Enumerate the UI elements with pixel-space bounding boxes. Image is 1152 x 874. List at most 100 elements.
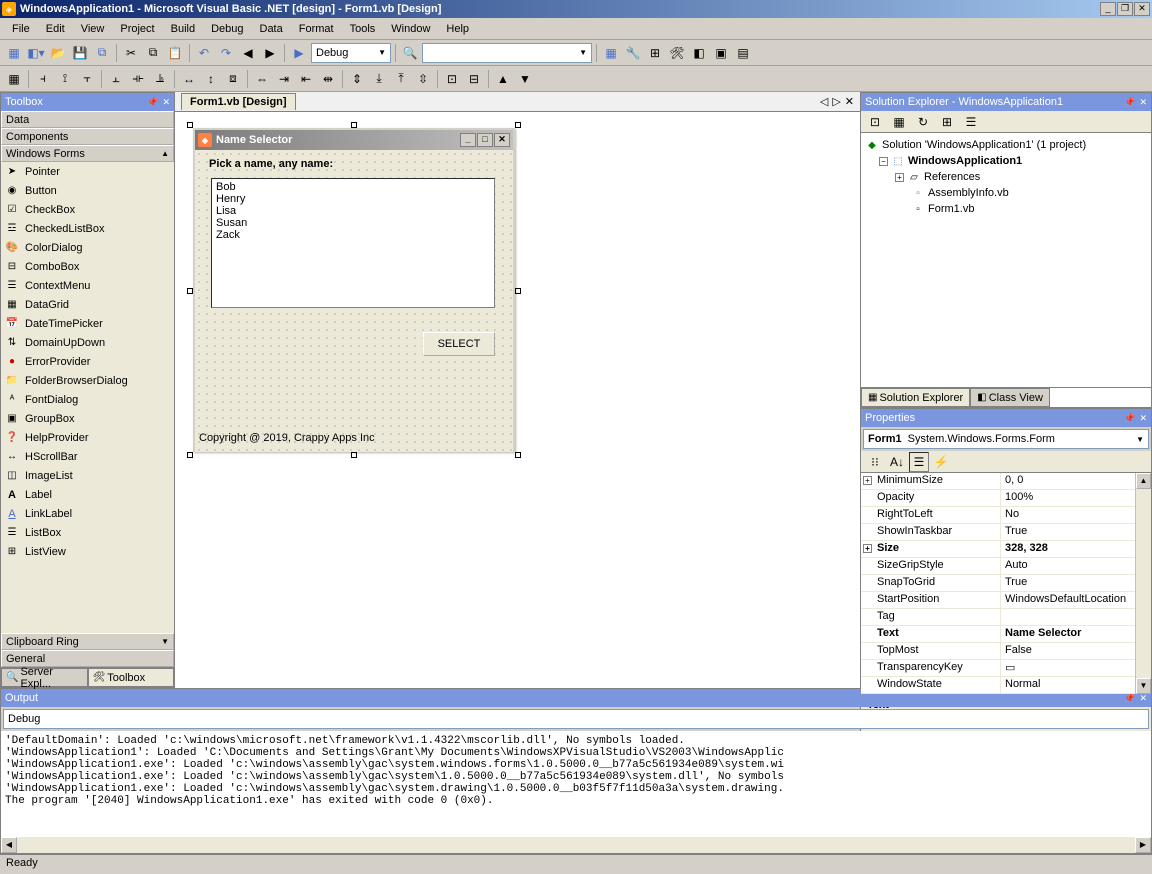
align-bottom-icon[interactable]: ⫡ [150,69,170,89]
tool-pointer[interactable]: ➤Pointer [1,162,174,181]
redo-icon[interactable]: ↷ [216,43,236,63]
property-row[interactable]: SnapToGridTrue [861,575,1151,592]
property-row[interactable]: ShowInTaskbarTrue [861,524,1151,541]
tab-solution-explorer[interactable]: ▦Solution Explorer [861,388,970,407]
toolbox-cat-winforms[interactable]: Windows Forms▲ [1,145,174,162]
hspace-inc-icon[interactable]: ⇥ [274,69,294,89]
tree-references[interactable]: +▱References [865,169,1147,185]
tool-checkedlistbox[interactable]: ☲CheckedListBox [1,219,174,238]
events-icon[interactable]: ⚡ [931,452,951,472]
property-row[interactable]: MinimumSize+0, 0 [861,473,1151,490]
menu-help[interactable]: Help [438,20,477,38]
pin-icon[interactable]: 📌 [1124,413,1135,424]
vspace-inc-icon[interactable]: ⤓ [369,69,389,89]
menu-file[interactable]: File [4,20,38,38]
tool-groupbox[interactable]: ▣GroupBox [1,409,174,428]
pin-icon[interactable]: 📌 [1124,97,1135,108]
output-category-combo[interactable]: Debug [3,709,1149,729]
align-left-icon[interactable]: ⫞ [33,69,53,89]
toolbox-cat-general[interactable]: General [1,650,174,667]
find-in-files-icon[interactable]: 🔍 [400,43,420,63]
select-button[interactable]: SELECT [423,332,495,356]
tool-domainupdown[interactable]: ⇅DomainUpDown [1,333,174,352]
property-row[interactable]: SizeGripStyleAuto [861,558,1151,575]
save-icon[interactable]: 💾 [70,43,90,63]
property-row[interactable]: TransparencyKey▭ [861,660,1151,677]
new-project-icon[interactable]: ▦ [4,43,24,63]
vspace-equal-icon[interactable]: ⇕ [347,69,367,89]
tree-form1[interactable]: ▫Form1.vb [865,201,1147,217]
close-button[interactable]: ✕ [1134,2,1150,16]
vspace-dec-icon[interactable]: ⤒ [391,69,411,89]
doc-close-icon[interactable]: ✕ [845,95,854,108]
view-designer-icon[interactable]: ▦ [889,112,909,132]
close-icon[interactable]: ✕ [162,97,170,108]
menu-debug[interactable]: Debug [203,20,251,38]
hspace-dec-icon[interactable]: ⇤ [296,69,316,89]
tool-folderbrowser[interactable]: 📁FolderBrowserDialog [1,371,174,390]
property-grid[interactable]: ▲▼ MinimumSize+0, 0Opacity100%RightToLef… [861,473,1151,694]
object-browser-icon[interactable]: ⊞ [645,43,665,63]
property-object-selector[interactable]: Form1System.Windows.Forms.Form▼ [863,429,1149,449]
menu-edit[interactable]: Edit [38,20,73,38]
tab-server-explorer[interactable]: 🔍Server Expl... [1,668,88,687]
tool-imagelist[interactable]: ◫ImageList [1,466,174,485]
find-combo[interactable]: ▼ [422,43,592,63]
tool-checkbox[interactable]: ☑CheckBox [1,200,174,219]
form-listbox[interactable]: Bob Henry Lisa Susan Zack [211,178,495,308]
open-icon[interactable]: 📂 [48,43,68,63]
property-row[interactable]: WindowStateNormal [861,677,1151,694]
menu-build[interactable]: Build [163,20,203,38]
close-icon[interactable]: ✕ [1139,413,1147,424]
tool-datetimepicker[interactable]: 📅DateTimePicker [1,314,174,333]
minimize-button[interactable]: _ [1100,2,1116,16]
copyright-label[interactable]: Copyright @ 2019, Crappy Apps Inc [199,432,375,444]
tool-button[interactable]: ◉Button [1,181,174,200]
property-row[interactable]: TextName Selector [861,626,1151,643]
tool-colordialog[interactable]: 🎨ColorDialog [1,238,174,257]
scroll-up-icon[interactable]: ▲ [1136,473,1151,489]
same-size-icon[interactable]: ⧈ [223,69,243,89]
vspace-remove-icon[interactable]: ⇳ [413,69,433,89]
refresh-icon[interactable]: ↻ [913,112,933,132]
toolbox-icon[interactable]: 🛠 [667,43,687,63]
tool-contextmenu[interactable]: ☰ContextMenu [1,276,174,295]
show-all-icon[interactable]: ⊞ [937,112,957,132]
toolbox-cat-data[interactable]: Data [1,111,174,128]
design-surface[interactable]: ◈ Name Selector _ □ ✕ Pick a name, any n… [175,112,860,688]
property-row[interactable]: Opacity100% [861,490,1151,507]
start-icon[interactable]: ▶ [289,43,309,63]
nav-fwd-icon[interactable]: ▶ [260,43,280,63]
menu-view[interactable]: View [73,20,113,38]
undo-icon[interactable]: ↶ [194,43,214,63]
properties-icon[interactable]: 🔧 [623,43,643,63]
align-top-icon[interactable]: ⫠ [106,69,126,89]
add-item-icon[interactable]: ◧▾ [26,43,46,63]
config-combo[interactable]: Debug▼ [311,43,391,63]
tree-project[interactable]: −⬚WindowsApplication1 [865,153,1147,169]
tool-hscrollbar[interactable]: ↔HScrollBar [1,447,174,466]
paste-icon[interactable]: 📋 [165,43,185,63]
pin-icon[interactable]: 📌 [147,97,158,108]
same-height-icon[interactable]: ↕ [201,69,221,89]
tool-listbox[interactable]: ☰ListBox [1,523,174,542]
pin-icon[interactable]: 📌 [1124,693,1135,704]
properties-view-icon[interactable]: ☰ [909,452,929,472]
cut-icon[interactable]: ✂ [121,43,141,63]
menu-window[interactable]: Window [383,20,438,38]
send-back-icon[interactable]: ▼ [515,69,535,89]
same-width-icon[interactable]: ↔ [179,69,199,89]
align-right-icon[interactable]: ⫟ [77,69,97,89]
solution-explorer-icon[interactable]: ▦ [601,43,621,63]
tool-linklabel[interactable]: ALinkLabel [1,504,174,523]
tool-helpprovider[interactable]: ❓HelpProvider [1,428,174,447]
menu-tools[interactable]: Tools [342,20,384,38]
tab-class-view[interactable]: ◧Class View [970,388,1050,407]
output-text[interactable]: 'DefaultDomain': Loaded 'c:\windows\micr… [1,731,1151,837]
tool-label[interactable]: ALabel [1,485,174,504]
server-explorer-icon[interactable]: ▣ [711,43,731,63]
scroll-down-icon[interactable]: ▼ [1136,678,1151,694]
close-icon[interactable]: ✕ [1139,693,1147,704]
menu-project[interactable]: Project [112,20,162,38]
designed-form[interactable]: ◈ Name Selector _ □ ✕ Pick a name, any n… [193,128,515,452]
